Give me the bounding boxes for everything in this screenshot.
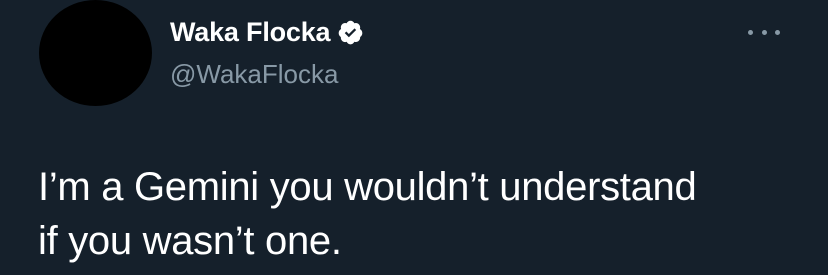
author-name-row: Waka Flocka <box>170 14 364 50</box>
author-display-name[interactable]: Waka Flocka <box>170 14 331 50</box>
tweet-text-line: I’m a Gemini you wouldn’t understand <box>38 165 697 209</box>
more-dot <box>761 29 767 35</box>
more-dot <box>748 29 753 35</box>
author-handle[interactable]: @WakaFlocka <box>170 56 338 92</box>
verified-badge-icon <box>339 20 363 44</box>
tweet-text-line: if you wasn’t one. <box>38 219 342 263</box>
more-dot <box>775 29 780 35</box>
more-options-icon[interactable] <box>748 22 780 42</box>
tweet-text: I’m a Gemini you wouldn’t understand if … <box>38 160 798 268</box>
tweet-card: Waka Flocka @WakaFlocka I’m a Gemini you… <box>0 0 828 275</box>
avatar[interactable] <box>39 0 152 106</box>
